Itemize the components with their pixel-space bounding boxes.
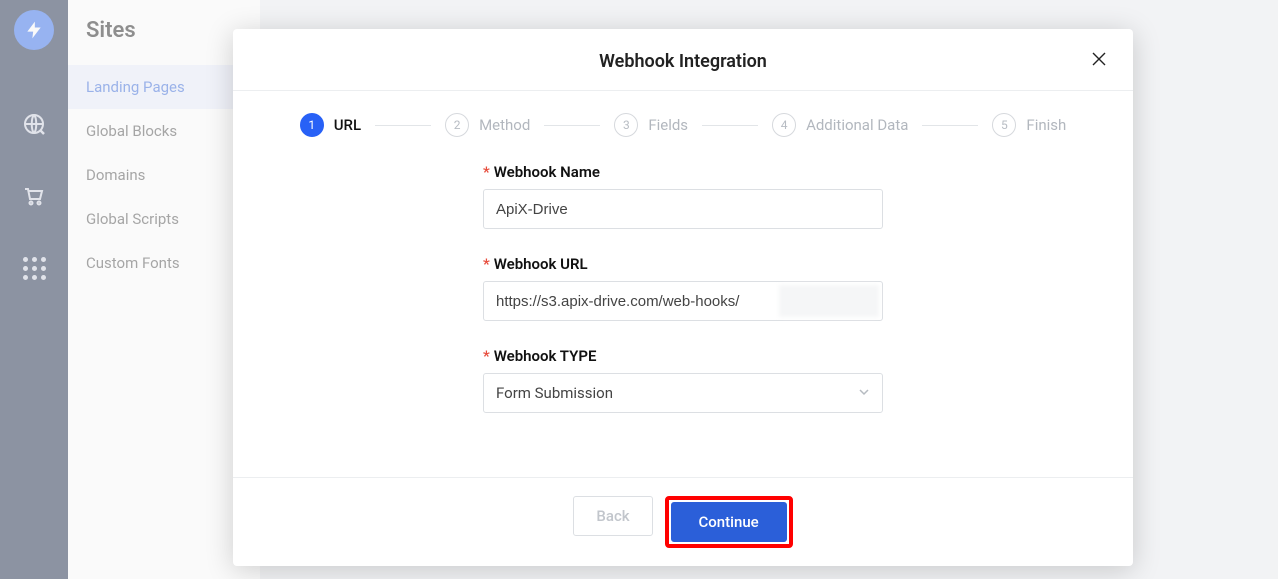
chevron-down-icon: [858, 386, 870, 401]
step-url[interactable]: 1 URL: [300, 113, 361, 137]
continue-highlight: Continue: [665, 496, 793, 548]
stepper: 1 URL 2 Method 3 Fields 4 Additional Dat…: [233, 91, 1133, 147]
webhook-name-input[interactable]: [483, 189, 883, 229]
step-additional-data[interactable]: 4 Additional Data: [772, 113, 908, 137]
modal-title: Webhook Integration: [233, 51, 1133, 72]
webhook-type-label: *Webhook TYPE: [483, 347, 883, 365]
webhook-name-label: *Webhook Name: [483, 163, 883, 181]
webhook-type-select[interactable]: Form Submission: [483, 373, 883, 413]
step-finish[interactable]: 5 Finish: [992, 113, 1066, 137]
continue-button[interactable]: Continue: [671, 502, 787, 542]
step-fields[interactable]: 3 Fields: [614, 113, 688, 137]
step-method[interactable]: 2 Method: [445, 113, 530, 137]
webhook-url-label: *Webhook URL: [483, 255, 883, 273]
webhook-modal: Webhook Integration 1 URL 2 Method 3 Fie…: [233, 29, 1133, 566]
close-icon[interactable]: [1087, 47, 1111, 71]
back-button[interactable]: Back: [573, 496, 652, 536]
url-redaction: [779, 285, 879, 317]
